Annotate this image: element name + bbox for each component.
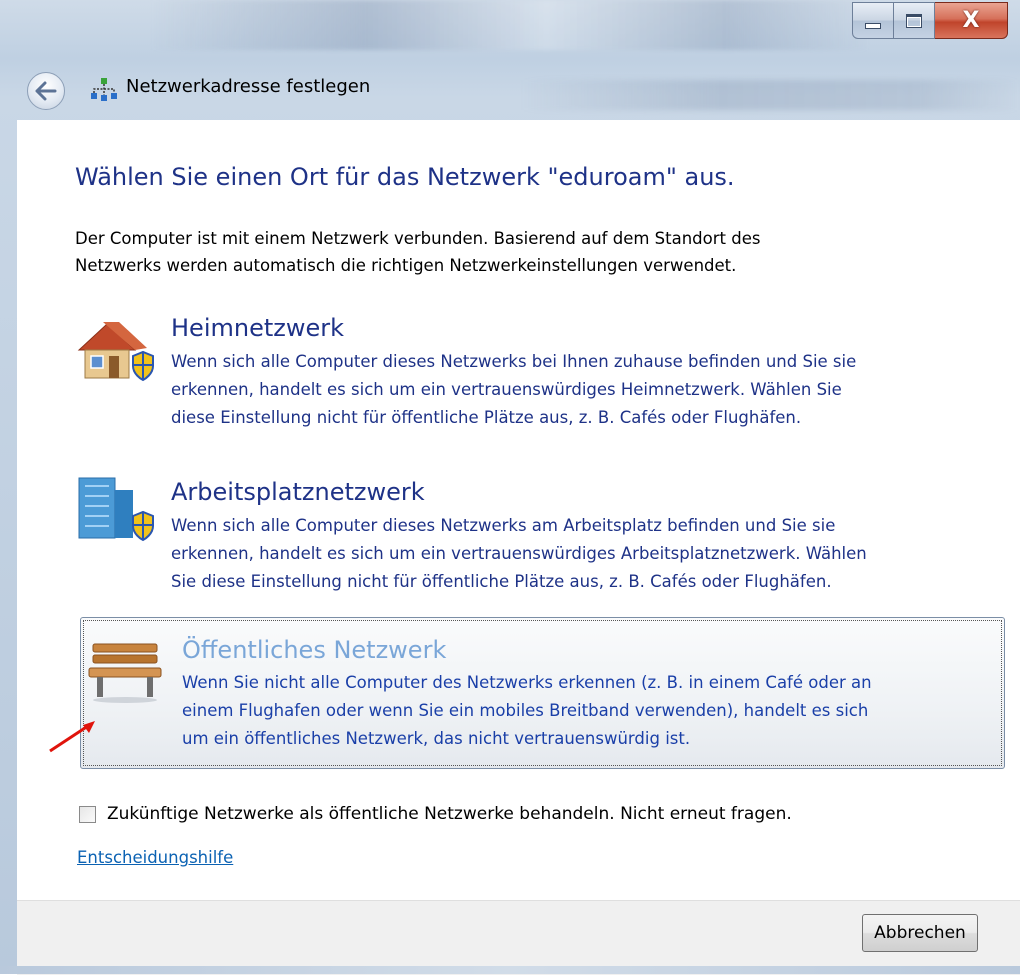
- option-desc-line: erkennen, handelt es sich um ein vertrau…: [171, 380, 842, 399]
- window-title: Netzwerkadresse festlegen: [126, 76, 371, 97]
- option-title: Heimnetzwerk: [171, 314, 345, 342]
- option-home-network[interactable]: Heimnetzwerk Wenn sich alle Computer die…: [75, 310, 1010, 460]
- office-building-shield-icon: [78, 477, 154, 542]
- option-desc-line: einem Flughafen oder wenn Sie ein mobile…: [182, 701, 869, 720]
- close-icon: X: [962, 7, 980, 33]
- page-heading: Wählen Sie einen Ort für das Netzwerk "e…: [75, 163, 735, 191]
- minimize-icon: [865, 22, 881, 29]
- cancel-button[interactable]: Abbrechen: [862, 914, 978, 952]
- park-bench-icon: [88, 643, 162, 703]
- option-work-network[interactable]: Arbeitsplatznetzwerk Wenn sich alle Comp…: [75, 477, 1010, 628]
- option-desc-line: erkennen, handelt es sich um ein vertrau…: [171, 544, 867, 563]
- glass-background-blur: [520, 80, 1020, 110]
- option-description: Wenn Sie nicht alle Computer des Netzwer…: [182, 669, 1002, 753]
- back-arrow-icon: [35, 81, 57, 101]
- maximize-icon: [906, 13, 922, 28]
- minimize-button[interactable]: [852, 2, 894, 39]
- option-desc-line: Wenn Sie nicht alle Computer des Netzwer…: [182, 673, 872, 692]
- option-description: Wenn sich alle Computer dieses Netzwerks…: [171, 512, 991, 596]
- option-desc-line: Sie diese Einstellung nicht für öffentli…: [171, 572, 832, 591]
- option-public-network[interactable]: Öffentliches Netzwerk Wenn Sie nicht all…: [80, 617, 1005, 769]
- option-desc-line: Wenn sich alle Computer dieses Netzwerks…: [171, 352, 857, 371]
- network-icon: [91, 78, 117, 101]
- window-bottom-edge: [0, 966, 1020, 974]
- house-shield-icon: [77, 322, 154, 382]
- option-desc-line: Wenn sich alle Computer dieses Netzwerks…: [171, 516, 836, 535]
- option-desc-line: um ein öffentliches Netzwerk, das nicht …: [182, 729, 691, 748]
- close-button[interactable]: X: [935, 2, 1008, 39]
- future-networks-checkbox[interactable]: [79, 806, 96, 823]
- maximize-button[interactable]: [894, 2, 935, 39]
- intro-line: Netzwerks werden automatisch die richtig…: [75, 256, 737, 275]
- annotation-arrow-icon: [49, 721, 95, 753]
- glass-titlebar-background: [150, 0, 870, 50]
- option-desc-line: diese Einstellung nicht für öffentliche …: [171, 408, 802, 427]
- option-title: Arbeitsplatznetzwerk: [171, 478, 425, 506]
- caption-buttons: X: [852, 2, 1008, 39]
- option-title: Öffentliches Netzwerk: [182, 636, 447, 664]
- checkbox-label[interactable]: Zukünftige Netzwerke als öffentliche Net…: [107, 804, 792, 824]
- intro-text: Der Computer ist mit einem Netzwerk verb…: [75, 225, 955, 279]
- decision-help-link[interactable]: Entscheidungshilfe: [77, 848, 233, 867]
- main-content: Wählen Sie einen Ort für das Netzwerk "e…: [17, 120, 1020, 900]
- intro-line: Der Computer ist mit einem Netzwerk verb…: [75, 229, 761, 248]
- back-button[interactable]: [27, 72, 65, 110]
- option-description: Wenn sich alle Computer dieses Netzwerks…: [171, 348, 991, 432]
